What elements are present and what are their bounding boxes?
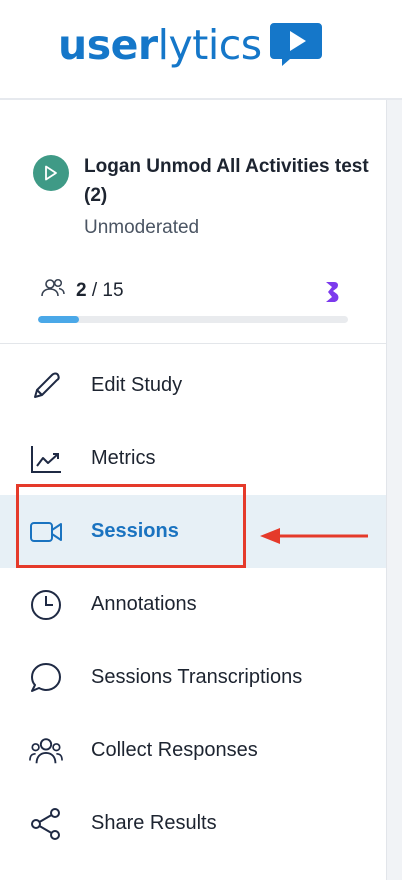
app-header: userlytics (0, 0, 402, 100)
play-speech-icon (268, 21, 324, 72)
nav-label: Metrics (91, 447, 156, 469)
users-icon (40, 278, 66, 303)
nav-label: Edit Study (91, 374, 183, 396)
pencil-icon (29, 369, 63, 403)
b-badge-icon (322, 280, 342, 309)
nav-item-share-results[interactable]: Share Results (0, 787, 386, 860)
nav-label: Collect Responses (91, 739, 258, 761)
logo-wordmark: userlytics (58, 21, 262, 69)
study-summary: Logan Unmod All Activities test (2) Unmo… (0, 100, 386, 344)
nav-item-annotations[interactable]: Annotations (0, 568, 386, 641)
annotation-arrow-icon (258, 525, 370, 552)
users-icon (29, 734, 63, 768)
chat-bubble-icon (29, 661, 63, 695)
sidebar-nav: Edit Study Metrics Sessions Annotations … (0, 349, 386, 860)
nav-item-sessions-transcriptions[interactable]: Sessions Transcriptions (0, 641, 386, 714)
participants-count: 2 / 15 (76, 279, 124, 301)
share-icon (29, 807, 63, 841)
participants-progress (38, 316, 348, 323)
participants-summary: 2 / 15 (40, 278, 124, 303)
clock-icon (29, 588, 63, 622)
annotation-highlight-box (16, 484, 246, 568)
nav-label: Share Results (91, 812, 217, 834)
content-edge (386, 100, 402, 880)
study-title[interactable]: Logan Unmod All Activities test (2) (84, 152, 374, 210)
study-type: Unmoderated (84, 217, 200, 238)
progress-fill (38, 316, 80, 323)
userlytics-logo[interactable]: userlytics (58, 20, 324, 70)
chart-icon (29, 442, 63, 476)
nav-label: Sessions Transcriptions (91, 666, 303, 688)
nav-item-collect-responses[interactable]: Collect Responses (0, 714, 386, 787)
nav-item-edit-study[interactable]: Edit Study (0, 349, 386, 422)
play-icon (33, 155, 69, 191)
nav-label: Annotations (91, 593, 197, 615)
